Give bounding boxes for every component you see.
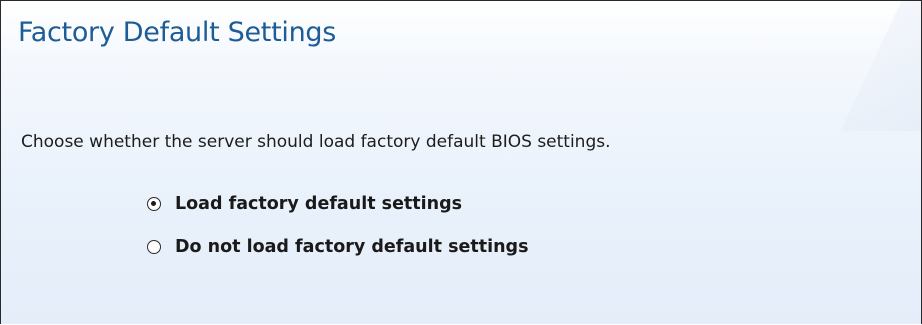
background-watermark xyxy=(840,1,921,131)
do-not-load-defaults-label[interactable]: Do not load factory default settings xyxy=(175,237,529,257)
do-not-load-defaults-option[interactable]: Do not load factory default settings xyxy=(147,234,529,259)
page-title: Factory Default Settings xyxy=(18,17,336,48)
load-defaults-option[interactable]: Load factory default settings xyxy=(147,191,529,216)
load-defaults-label[interactable]: Load factory default settings xyxy=(175,194,462,214)
radio-checked-icon[interactable] xyxy=(147,196,161,211)
factory-default-panel: Factory Default Settings Choose whether … xyxy=(0,0,922,324)
factory-default-radio-group: Load factory default settings Do not loa… xyxy=(147,191,529,277)
radio-unchecked-icon[interactable] xyxy=(147,239,161,254)
page-description: Choose whether the server should load fa… xyxy=(21,132,611,152)
